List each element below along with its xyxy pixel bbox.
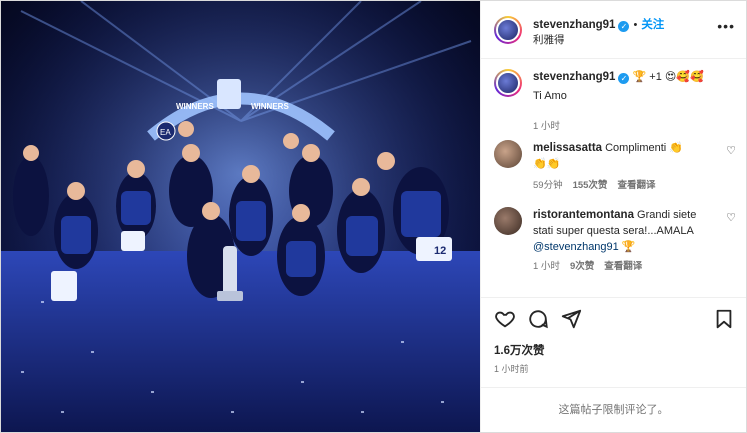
comment-like-heart-icon[interactable]: ♡ [726, 211, 736, 224]
follow-button[interactable]: 关注 [641, 19, 664, 31]
post-time[interactable]: 1 小时前 [494, 362, 529, 375]
avatar[interactable] [494, 16, 522, 44]
comments-list: stevenzhang91 ✓ 🏆 +1 😍🥰🥰 Ti Amo 1 小时 meli… [481, 60, 746, 292]
verified-badge-icon: ✓ [618, 21, 630, 32]
share-icon[interactable] [560, 308, 582, 330]
comment-time[interactable]: 59分钟 [533, 180, 563, 191]
caption-username[interactable]: stevenzhang91 [533, 71, 615, 83]
list-item: ristorantemontana Grandi siete stati sup… [494, 207, 736, 277]
comment-icon[interactable] [527, 308, 549, 330]
heart-icon[interactable] [494, 308, 516, 330]
comment-time[interactable]: 1 小时 [533, 261, 560, 272]
comment-text-continued: 👏👏 [533, 158, 561, 170]
caption-emoji: 🏆 +1 😍🥰🥰 [632, 71, 704, 83]
trophy-emoji: 🏆 [621, 241, 636, 253]
comment-username[interactable]: melissasatta [533, 142, 602, 154]
trophy-logo [217, 79, 241, 109]
comment-text: Complimenti 👏 [605, 142, 683, 154]
comment-username[interactable]: ristorantemontana [533, 209, 634, 221]
comment-likes[interactable]: 155次赞 [573, 180, 608, 191]
post-photo[interactable]: WINNERS WINNERS EA 12 [1, 1, 480, 432]
comment-likes[interactable]: 9次赞 [570, 261, 594, 272]
post-header: stevenzhang91 ✓ • 关注 利雅得 ••• [481, 1, 746, 59]
location-link[interactable]: 利雅得 [533, 32, 565, 47]
caption: stevenzhang91 ✓ 🏆 +1 😍🥰🥰 Ti Amo 1 小时 [494, 69, 736, 132]
translate-link[interactable]: 查看翻译 [604, 261, 642, 272]
post-side-panel: stevenzhang91 ✓ • 关注 利雅得 ••• stevenzhang91 ✓… [480, 1, 746, 432]
banner-left: WINNERS [176, 102, 214, 111]
separator-dot: • [633, 19, 638, 31]
mention-link[interactable]: @stevenzhang91 [533, 241, 619, 253]
bookmark-icon[interactable] [713, 308, 735, 330]
celebration-image: WINNERS WINNERS EA 12 [1, 1, 480, 432]
caption-time[interactable]: 1 小时 [533, 121, 560, 132]
translate-link[interactable]: 查看翻译 [617, 180, 655, 191]
caption-text: Ti Amo [533, 90, 567, 102]
author-username[interactable]: stevenzhang91 [533, 19, 615, 31]
comments-limited-notice: 这篇帖子限制评论了。 [481, 387, 746, 432]
post-dialog: WINNERS WINNERS EA 12 stevenzhang91 ✓ • … [0, 0, 747, 433]
avatar[interactable] [494, 69, 522, 97]
avatar[interactable] [494, 207, 522, 235]
banner-right: WINNERS [251, 102, 289, 111]
more-options-icon[interactable]: ••• [717, 18, 735, 34]
list-item: melissasatta Complimenti 👏 👏👏 59分钟 155次赞查… [494, 140, 736, 192]
comment-like-heart-icon[interactable]: ♡ [726, 144, 736, 157]
sponsor-logo: EA [160, 128, 171, 137]
avatar[interactable] [494, 140, 522, 168]
like-count[interactable]: 1.6万次赞 [494, 342, 545, 358]
verified-badge-icon: ✓ [618, 73, 630, 84]
action-bar: 1.6万次赞 1 小时前 [481, 297, 746, 387]
jersey-number: 12 [434, 245, 446, 257]
